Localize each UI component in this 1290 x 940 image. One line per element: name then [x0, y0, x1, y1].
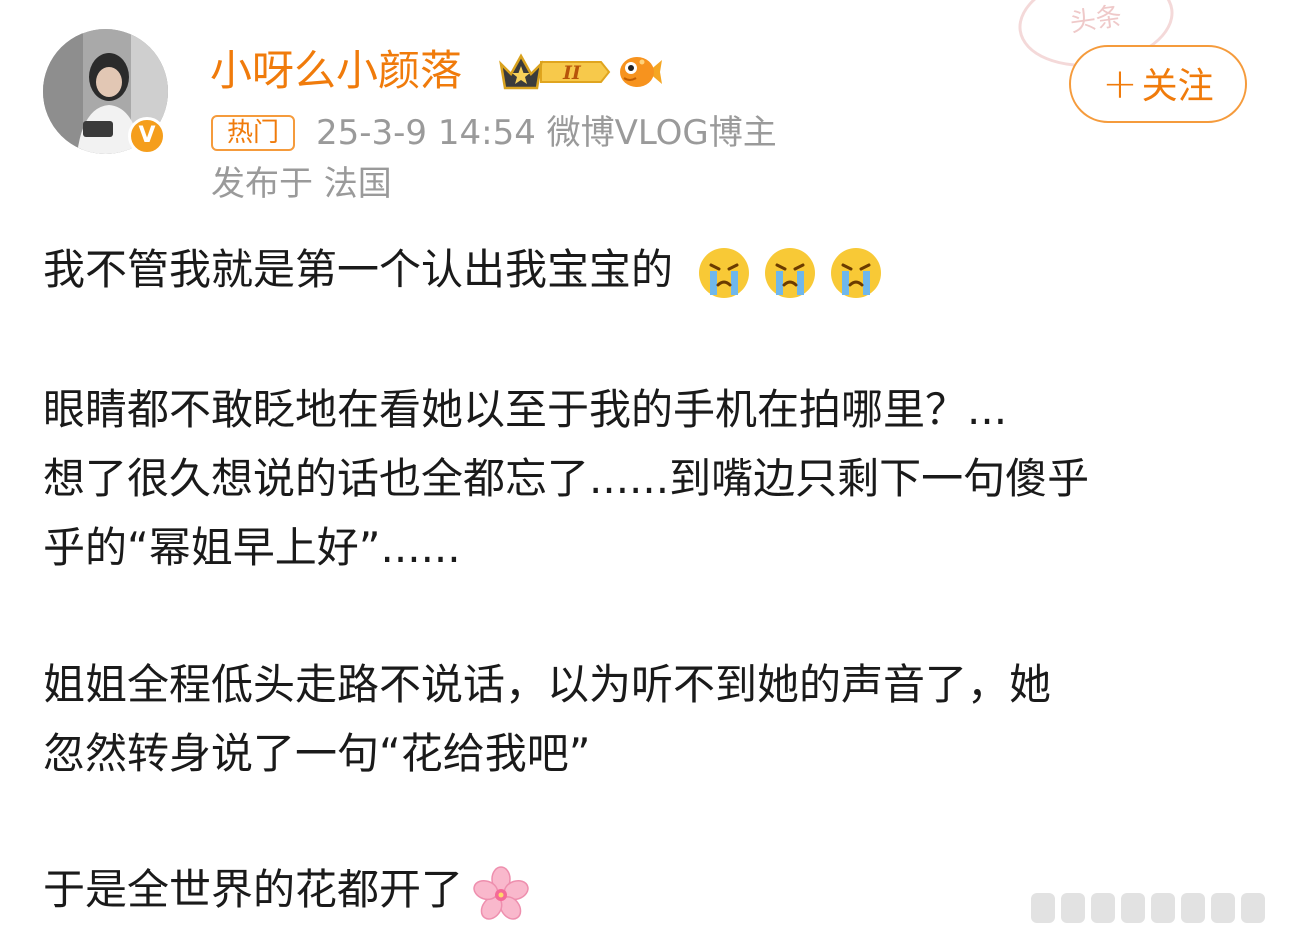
fish-icon	[618, 50, 664, 94]
crown-icon[interactable]: II	[497, 50, 611, 94]
post-text-line: 姐姐全程低头走路不说话，以为听不到她的声音了，她	[43, 660, 1052, 709]
post-text: 于是全世界的花都开了	[43, 865, 464, 914]
post-meta: 25-3-9 14:54 微博VLOG博主	[316, 113, 777, 153]
level-badge-label: II	[562, 62, 582, 84]
username[interactable]: 小呀么小颜落	[210, 43, 462, 99]
more-dots-icon[interactable]	[1031, 887, 1279, 931]
crying-face-icon	[831, 247, 882, 298]
post-text-line: 我不管我就是第一个认出我宝宝的	[43, 242, 884, 298]
post-text-line: 想了很久想说的话也全都忘了......到嘴边只剩下一句傻乎	[43, 454, 1090, 503]
follow-label: 关注	[1141, 66, 1214, 107]
post-text-line: 于是全世界的花都开了	[43, 862, 529, 920]
verified-badge-icon: V	[128, 117, 166, 155]
crying-face-icon	[765, 247, 816, 298]
crying-face-icon	[699, 247, 750, 298]
post-text-line: 眼睛都不敢眨地在看她以至于我的手机在拍哪里？...	[43, 385, 1008, 434]
post-text-line: 乎的“幂姐早上好”......	[43, 523, 461, 572]
weibo-post: 头条 V 小呀么小颜落 II 热门 25-3-9 14:54 微博VLOG博主 …	[0, 0, 1290, 940]
post-text-line: 忽然转身说了一句“花给我吧”	[43, 729, 591, 778]
cherry-blossom-icon	[473, 865, 529, 920]
plus-icon: +	[1102, 59, 1138, 108]
follow-button[interactable]: + 关注	[1069, 45, 1247, 123]
hot-tag: 热门	[211, 115, 295, 151]
post-text: 我不管我就是第一个认出我宝宝的	[43, 245, 674, 294]
post-location: 发布于 法国	[211, 164, 392, 204]
